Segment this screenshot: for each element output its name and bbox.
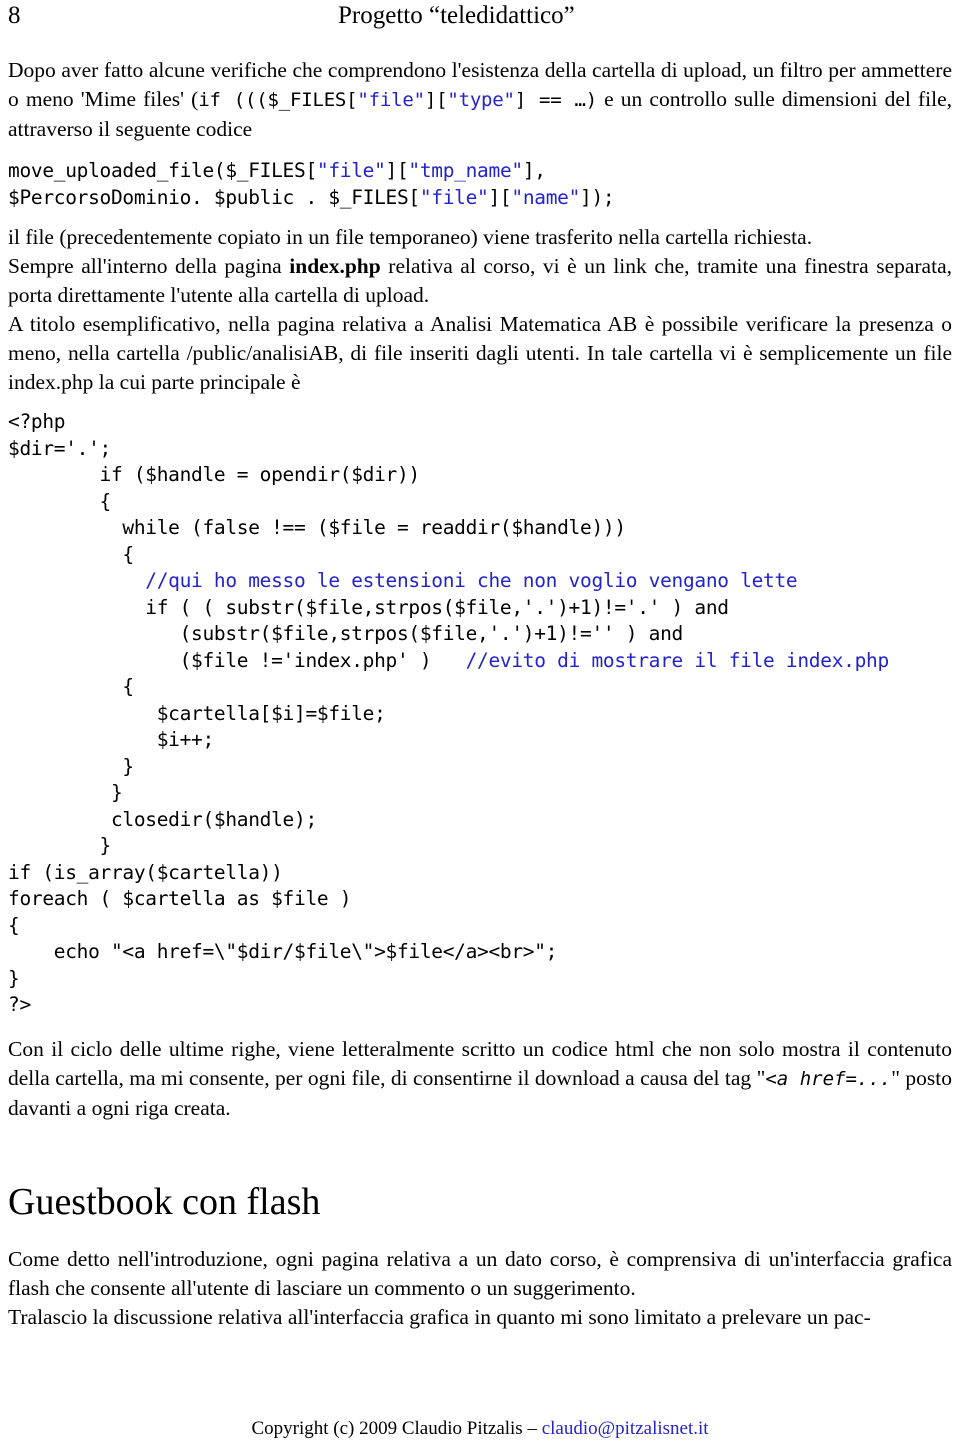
code-line-2-key-file: "file" [419, 185, 489, 209]
code-comment-estensioni: //qui ho messo le estensioni che non vog… [145, 569, 798, 592]
code-line-1-key-tmpname: "tmp_name" [408, 159, 523, 182]
inline-code-key-file: "file" [357, 89, 425, 111]
paragraph-ciclo-html: Con il ciclo delle ultime righe, viene l… [8, 1035, 952, 1123]
code-l19: foreach ( $cartella as $file ) [8, 887, 352, 910]
code-l13: $i++; [8, 728, 215, 751]
code-line-1b: ][ [385, 159, 409, 182]
section-body: Come detto nell'introduzione, ogni pagin… [8, 1245, 952, 1332]
code-l16: closedir($handle); [8, 807, 317, 831]
document-page: 8 Progetto “teledidattico” Dopo aver fat… [0, 0, 960, 1448]
code-l02: $dir='.'; [8, 436, 111, 460]
paragraph-index-link: Sempre all'interno della pagina index.ph… [8, 252, 952, 310]
inline-code-a-href: <a href=... [765, 1067, 892, 1090]
code-l18: if (is_array($cartella)) [8, 860, 283, 884]
section-heading-wrap: Guestbook con flash [8, 1179, 952, 1225]
paragraph-upload-intro: Dopo aver fatto alcune verifiche che com… [8, 56, 952, 144]
inline-code-bracket: ][ [424, 89, 448, 111]
inline-code-if: if ((( [198, 89, 268, 111]
running-header: 8 Progetto “teledidattico” [8, 0, 952, 42]
paragraph-file-transfer: il file (precedentemente copiato in un f… [8, 225, 813, 249]
code-line-2c: ]); [580, 185, 615, 209]
code-l23: ?> [8, 993, 31, 1016]
code-l17: } [8, 834, 112, 857]
code-l21: echo "<a href=\"$dir/$file\">$file</a><b… [8, 940, 558, 963]
paragraph-guestbook-intro: Come detto nell'introduzione, ogni pagin… [8, 1246, 952, 1300]
code-block-upload: move_uploaded_file($_FILES["file"]["tmp_… [8, 158, 952, 211]
code-l11: { [8, 675, 134, 698]
code-l14: } [8, 754, 134, 778]
page-footer: Copyright (c) 2009 Claudio Pitzalis – cl… [0, 1418, 960, 1440]
code-l07-indent [8, 569, 145, 592]
code-l20: { [8, 913, 20, 937]
code-l12: $cartella[$i]=$file; [8, 701, 386, 725]
code-l15: } [8, 781, 123, 804]
code-line-1a: move_uploaded_file($_FILES[ [8, 159, 317, 182]
code-line-1-key-file: "file" [316, 159, 386, 182]
footer-copyright-text: Copyright (c) 2009 Claudio Pitzalis – [251, 1418, 542, 1439]
inline-bold-indexphp: index.php [289, 254, 381, 278]
code-line-2b: ][ [488, 185, 512, 209]
code-l04: { [8, 489, 112, 513]
para3-text-a: Sempre all'interno della pagina [8, 254, 290, 278]
code-index-lines: <?php $dir='.'; if ($handle = opendir($d… [8, 409, 952, 1019]
code-l10: ($file !='index.php' ) [8, 648, 466, 672]
footer-email-link[interactable]: claudio@pitzalisnet.it [542, 1418, 709, 1439]
page-number: 8 [8, 2, 21, 29]
code-l08: if ( ( substr($file,strpos($file,'.')+1)… [8, 595, 729, 619]
code-line-1c: ], [522, 159, 546, 182]
code-upload-lines: move_uploaded_file($_FILES["file"]["tmp_… [8, 158, 952, 211]
code-l22: } [8, 966, 20, 990]
paragraph-example-analisi: A titolo esemplificativo, nella pagina r… [8, 312, 952, 394]
code-l03: if ($handle = opendir($dir)) [8, 463, 421, 486]
section-title-guestbook: Guestbook con flash [8, 1180, 321, 1223]
code-line-2a: $PercorsoDominio. $public . $_FILES[ [8, 185, 420, 209]
code-comment-evito-index: //evito di mostrare il file index.php [465, 648, 890, 672]
code-block-index-php: <?php $dir='.'; if ($handle = opendir($d… [8, 409, 952, 1019]
code-line-2-key-name: "name" [511, 185, 581, 209]
code-l09: (substr($file,strpos($file,'.')+1)!='' )… [8, 622, 684, 645]
paragraph-tralascio: Tralascio la discussione relativa all'in… [8, 1304, 871, 1329]
inline-code-key-type: "type" [447, 89, 515, 111]
code-l01: <?php [8, 410, 66, 433]
code-l06: { [8, 542, 134, 566]
body-content: Dopo aver fatto alcune verifiche che com… [8, 56, 952, 1332]
inline-code-files: $_FILES[ [267, 89, 358, 111]
inline-code-tail: ] == …) [514, 89, 597, 111]
document-header-title: Progetto “teledidattico” [338, 2, 575, 29]
code-l05: while (false !== ($file = readdir($handl… [8, 516, 626, 539]
